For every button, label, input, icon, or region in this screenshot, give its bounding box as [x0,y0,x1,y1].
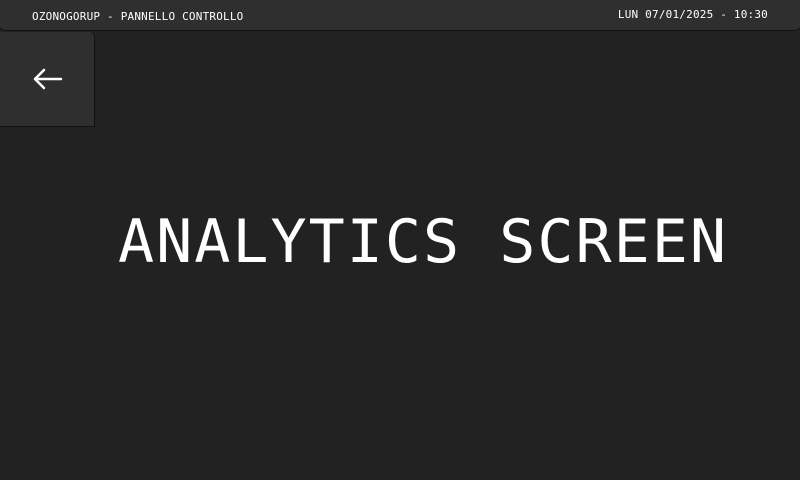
screen-title: ANALYTICS SCREEN [118,207,728,277]
back-button[interactable] [0,32,95,127]
analytics-screen: OZONOGORUP - PANNELLO CONTROLLO LUN 07/0… [0,0,800,480]
date-time: LUN 07/01/2025 - 10:30 [617,8,768,21]
arrow-left-icon [31,67,63,91]
app-title: OZONOGORUP - PANNELLO CONTROLLO [32,10,244,23]
status-bar: OZONOGORUP - PANNELLO CONTROLLO LUN 07/0… [0,0,800,31]
